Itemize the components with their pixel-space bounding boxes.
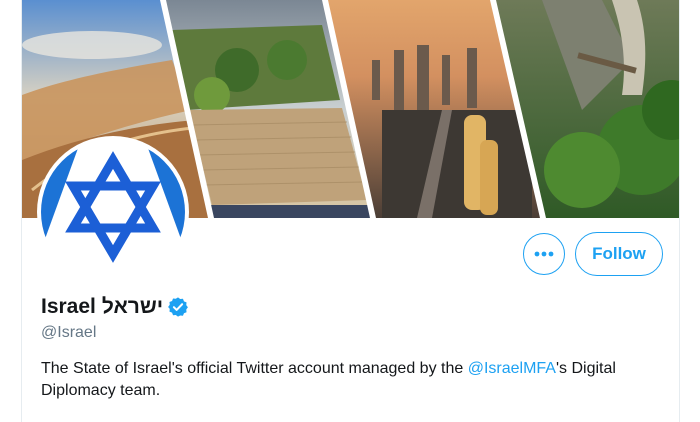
bio-mention-link[interactable]: @IsraelMFA <box>468 360 556 377</box>
star-of-david-flag-avatar <box>41 140 185 284</box>
avatar-frame[interactable] <box>37 136 189 288</box>
follow-button-label: Follow <box>592 244 646 263</box>
profile-card: Follow Israel ישראל @Israel The State of… <box>21 0 680 422</box>
avatar[interactable] <box>41 140 185 284</box>
bio-text-start: The State of Israel's official Twitter a… <box>41 360 468 377</box>
profile-actions: Follow <box>523 232 663 276</box>
follow-button[interactable]: Follow <box>575 232 663 276</box>
display-name: Israel <box>41 295 96 318</box>
more-horizontal-icon <box>534 251 554 257</box>
profile-bio: The State of Israel's official Twitter a… <box>41 358 661 402</box>
hebrew-name: ישראל <box>101 295 164 318</box>
profile-name-row: Israel ישראל <box>41 294 189 320</box>
more-options-button[interactable] <box>523 233 565 275</box>
verified-badge-icon[interactable] <box>167 296 189 318</box>
user-handle: @Israel <box>41 324 97 341</box>
